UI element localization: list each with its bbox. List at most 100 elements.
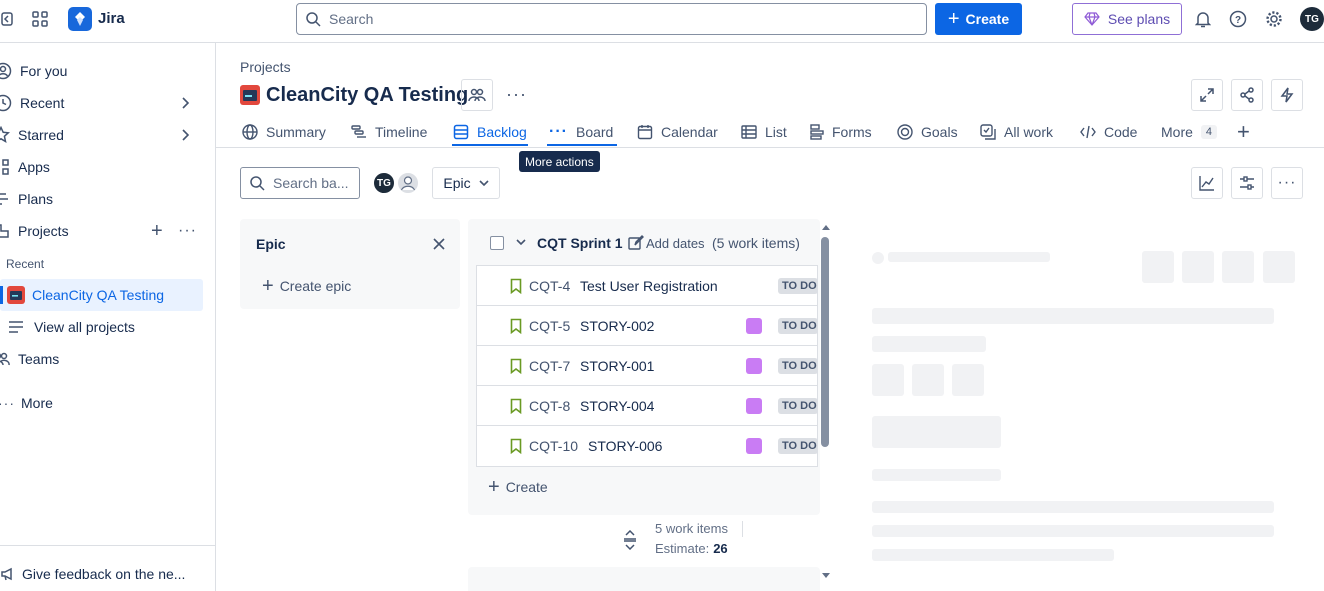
jira-logo-icon[interactable] [68,7,92,31]
epic-filter-dropdown[interactable]: Epic [432,167,500,199]
create-work-item-button[interactable]: + Create [488,477,548,497]
skeleton-placeholder [872,416,1001,448]
tab-forms[interactable]: Forms [810,119,872,145]
more-dots-icon: ··· [1277,174,1297,191]
sidebar-item-recent[interactable]: Recent [0,87,216,119]
toolbar-more-button[interactable]: ··· [1271,167,1303,199]
epic-color-badge[interactable] [746,318,762,334]
unassigned-avatar[interactable] [396,171,420,195]
work-item-key[interactable]: CQT-5 [529,318,570,334]
tab-summary[interactable]: Summary [242,119,326,145]
tab-goals[interactable]: Goals [897,119,958,145]
scrollbar-thumb[interactable] [821,237,829,447]
sidebar-recent-project-selected[interactable]: CleanCity QA Testing [0,279,203,311]
sidebar-item-plans[interactable]: Plans [0,183,53,215]
chevron-right-icon[interactable] [180,129,190,141]
sprint-count: (5 work items) [712,235,800,251]
story-bookmark-icon [510,318,522,334]
epic-color-badge[interactable] [746,438,762,454]
fullscreen-button[interactable] [1191,79,1223,111]
add-dates-button[interactable]: Add dates [628,235,705,251]
table-row[interactable]: CQT-10 STORY-006 TO DO [476,426,818,466]
create-label: Create [505,479,548,495]
project-more-icon[interactable]: ··· [506,84,527,105]
table-row[interactable]: CQT-7 STORY-001 TO DO [476,346,818,386]
lightning-icon [1280,87,1294,103]
tab-list[interactable]: List [741,119,787,145]
app-name[interactable]: Jira [98,10,125,27]
table-row[interactable]: CQT-4 Test User Registration TO DO [476,266,818,306]
tab-calendar[interactable]: Calendar [637,119,718,145]
skeleton-placeholder [872,364,904,396]
sidebar-divider [0,545,215,546]
chevron-down-icon[interactable] [515,237,527,247]
expand-collapse-icon[interactable] [622,530,638,550]
table-row[interactable]: CQT-5 STORY-002 TO DO [476,306,818,346]
all-work-icon [980,124,996,140]
projects-more-icon[interactable]: ··· [178,222,197,240]
backlog-search-input[interactable]: Search ba... [240,167,360,199]
work-item-key[interactable]: CQT-7 [529,358,570,374]
help-icon[interactable]: ? [1228,9,1248,29]
work-item-key[interactable]: CQT-4 [529,278,570,294]
tab-timeline[interactable]: Timeline [351,119,427,145]
status-badge[interactable]: TO DO [778,318,818,334]
search-input[interactable]: Search [296,3,927,35]
tab-all-work[interactable]: All work [980,119,1053,145]
top-navigation: Jira Search + Create See plans ? TG [0,0,1324,40]
tab-more[interactable]: More 4 [1161,119,1218,145]
status-badge[interactable]: TO DO [778,398,818,414]
work-item-summary[interactable]: STORY-004 [580,398,654,414]
user-avatar[interactable]: TG [1300,7,1324,31]
view-settings-button[interactable] [1231,167,1263,199]
settings-gear-icon[interactable] [1264,9,1284,29]
sidebar-item-label: For you [20,63,68,79]
collapse-sidebar-icon[interactable] [0,11,14,27]
status-badge[interactable]: TO DO [778,278,818,294]
see-plans-button[interactable]: See plans [1072,3,1182,35]
sidebar-item-apps[interactable]: Apps [0,151,50,183]
sidebar-item-teams[interactable]: Teams [0,343,59,375]
sidebar-item-starred[interactable]: Starred [0,119,216,151]
work-item-key[interactable]: CQT-10 [529,438,578,454]
sidebar-item-projects[interactable]: Projects + ··· [0,215,216,247]
work-item-summary[interactable]: Test User Registration [580,278,718,294]
chevron-right-icon[interactable] [180,97,190,109]
team-people-button[interactable] [461,79,493,111]
insights-button[interactable] [1191,167,1223,199]
work-item-summary[interactable]: STORY-006 [588,438,662,454]
work-item-key[interactable]: CQT-8 [529,398,570,414]
tab-code[interactable]: Code [1080,119,1137,145]
scroll-up-arrow-icon[interactable] [822,224,830,234]
assignee-avatar[interactable]: TG [372,171,396,195]
more-actions-dots-icon[interactable]: ··· [549,123,568,141]
create-button[interactable]: + Create [935,3,1022,35]
scroll-down-arrow-icon[interactable] [822,573,830,583]
more-count-badge: 4 [1200,125,1218,139]
share-button[interactable] [1231,79,1263,111]
tab-board[interactable]: ··· Board [549,119,613,145]
epic-color-badge[interactable] [746,358,762,374]
breadcrumb[interactable]: Projects [240,59,291,75]
sprint-checkbox[interactable] [490,236,504,250]
close-icon[interactable] [432,237,446,251]
sidebar-item-view-all-projects[interactable]: View all projects [0,311,135,343]
notifications-bell-icon[interactable] [1193,9,1213,29]
chevron-down-icon [479,179,489,187]
work-item-summary[interactable]: STORY-002 [580,318,654,334]
tab-backlog[interactable]: Backlog [453,119,527,145]
create-epic-button[interactable]: + Create epic [262,276,351,296]
work-item-summary[interactable]: STORY-001 [580,358,654,374]
give-feedback-button[interactable]: Give feedback on the ne... [0,558,185,590]
status-badge[interactable]: TO DO [778,358,818,374]
app-switcher-icon[interactable] [30,9,50,29]
sidebar-item-more[interactable]: ··· More [0,387,53,419]
add-tab-plus-icon[interactable]: + [1237,121,1250,143]
sidebar-item-label: Apps [18,159,50,175]
automation-button[interactable] [1271,79,1303,111]
epic-color-badge[interactable] [746,398,762,414]
add-project-plus-icon[interactable]: + [151,221,163,241]
sidebar-item-for-you[interactable]: For you [0,55,67,87]
table-row[interactable]: CQT-8 STORY-004 TO DO [476,386,818,426]
status-badge[interactable]: TO DO [778,438,818,454]
